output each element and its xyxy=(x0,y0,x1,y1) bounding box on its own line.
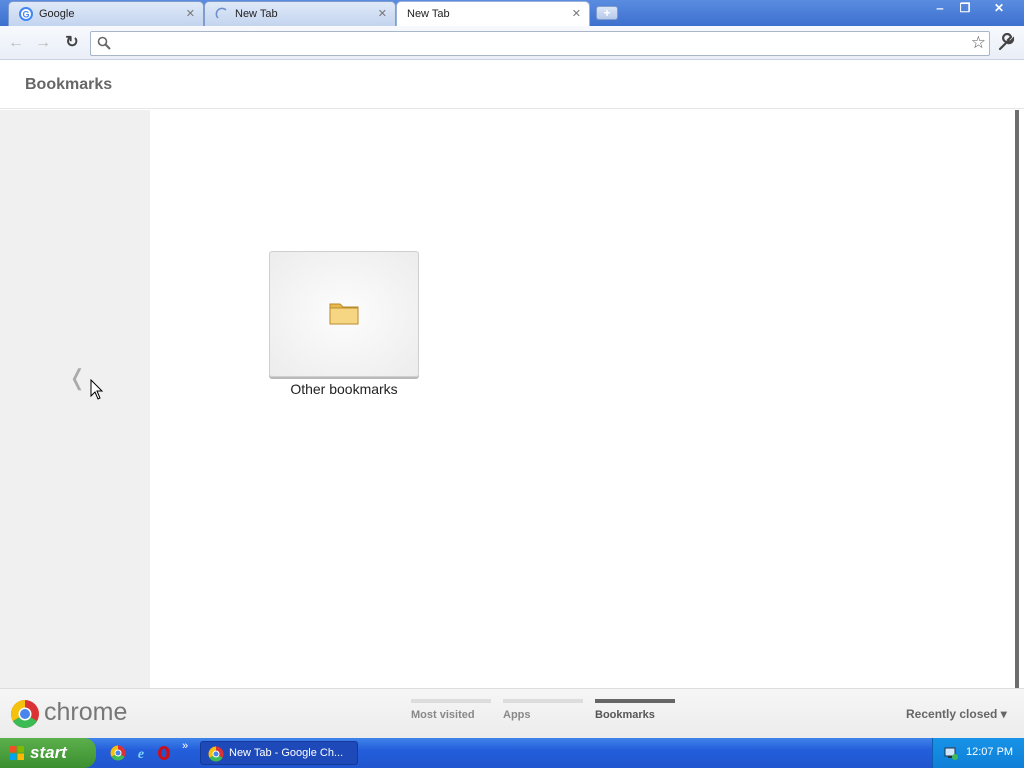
tab-new-tab-active[interactable]: New Tab ✕ xyxy=(396,1,590,26)
taskbar-item-chrome[interactable]: New Tab - Google Ch... xyxy=(200,741,358,765)
footer-tab-bookmarks[interactable]: Bookmarks xyxy=(595,699,675,721)
search-icon xyxy=(97,36,111,50)
tile-label[interactable]: Other bookmarks xyxy=(260,381,428,397)
footer-tab-most-visited[interactable]: Most visited xyxy=(411,699,491,721)
wrench-icon[interactable] xyxy=(996,33,1018,53)
loading-spinner-icon xyxy=(215,7,227,19)
title-bar: G Google ✕ New Tab ✕ New Tab ✕ + ‒ ❐ ✕ xyxy=(0,0,1024,26)
windows-logo-icon xyxy=(10,746,24,760)
close-icon[interactable]: ✕ xyxy=(186,7,195,20)
opera-icon[interactable] xyxy=(156,745,172,761)
new-tab-button[interactable]: + xyxy=(596,6,618,20)
footer-tab-label: Bookmarks xyxy=(595,709,655,721)
internet-explorer-icon[interactable]: e xyxy=(133,745,149,761)
network-icon[interactable] xyxy=(943,745,959,761)
tab-indicator xyxy=(411,699,491,703)
tab-new-tab[interactable]: New Tab ✕ xyxy=(204,1,396,26)
svg-text:G: G xyxy=(22,10,29,20)
chrome-icon[interactable] xyxy=(110,745,126,761)
chrome-logo-icon xyxy=(11,700,39,728)
tab-label: New Tab xyxy=(407,8,450,20)
google-favicon: G xyxy=(19,7,33,21)
footer-tab-apps[interactable]: Apps xyxy=(503,699,583,721)
omnibox[interactable]: ☆ xyxy=(90,31,990,56)
taskbar: start e » New Tab - Google Ch... 12:07 P… xyxy=(0,738,1024,768)
scrollbar[interactable] xyxy=(1015,110,1019,688)
minimize-icon[interactable]: ‒ xyxy=(927,0,953,17)
recently-closed-menu[interactable]: Recently closed ▾ xyxy=(906,707,1007,721)
chrome-icon xyxy=(208,746,224,762)
taskbar-item-label: New Tab - Google Ch... xyxy=(229,747,344,759)
bookmarks-pane xyxy=(150,110,1016,688)
left-pane: ❬ xyxy=(0,110,150,688)
start-label: start xyxy=(30,743,67,762)
close-icon[interactable]: ✕ xyxy=(378,7,387,20)
system-tray: 12:07 PM xyxy=(932,738,1024,768)
chevron-left-icon[interactable]: ❬ xyxy=(68,365,86,391)
chevron-down-icon: ▾ xyxy=(1000,707,1007,721)
footer-tab-label: Most visited xyxy=(411,709,475,721)
forward-icon[interactable]: → xyxy=(33,33,53,53)
tab-label: New Tab xyxy=(235,8,278,20)
close-icon[interactable]: ✕ xyxy=(572,7,581,20)
quicklaunch-more-icon[interactable]: » xyxy=(182,740,188,752)
tab-google[interactable]: G Google ✕ xyxy=(8,1,204,26)
tab-indicator xyxy=(595,699,675,703)
close-window-icon[interactable]: ✕ xyxy=(984,0,1014,17)
other-bookmarks-tile[interactable] xyxy=(269,251,419,377)
tab-label: Google xyxy=(39,8,75,20)
start-button[interactable]: start xyxy=(0,738,96,768)
footer-tab-label: Apps xyxy=(503,709,531,721)
svg-text:e: e xyxy=(138,747,144,761)
back-icon[interactable]: ← xyxy=(6,33,26,53)
tab-indicator xyxy=(503,699,583,703)
mouse-cursor-icon xyxy=(90,379,104,400)
star-icon[interactable]: ☆ xyxy=(971,33,986,53)
toolbar: ← → ↻ ☆ xyxy=(0,26,1024,60)
page-header: Bookmarks xyxy=(0,61,1024,109)
reload-icon[interactable]: ↻ xyxy=(62,33,82,53)
page-title: Bookmarks xyxy=(25,76,113,93)
ntp-footer: chrome Most visited Apps Bookmarks Recen… xyxy=(0,688,1024,738)
recently-closed-label: Recently closed xyxy=(906,707,998,721)
chrome-wordmark: chrome xyxy=(44,698,128,726)
folder-icon xyxy=(329,303,359,325)
restore-icon[interactable]: ❐ xyxy=(952,0,978,17)
clock: 12:07 PM xyxy=(966,746,1014,758)
